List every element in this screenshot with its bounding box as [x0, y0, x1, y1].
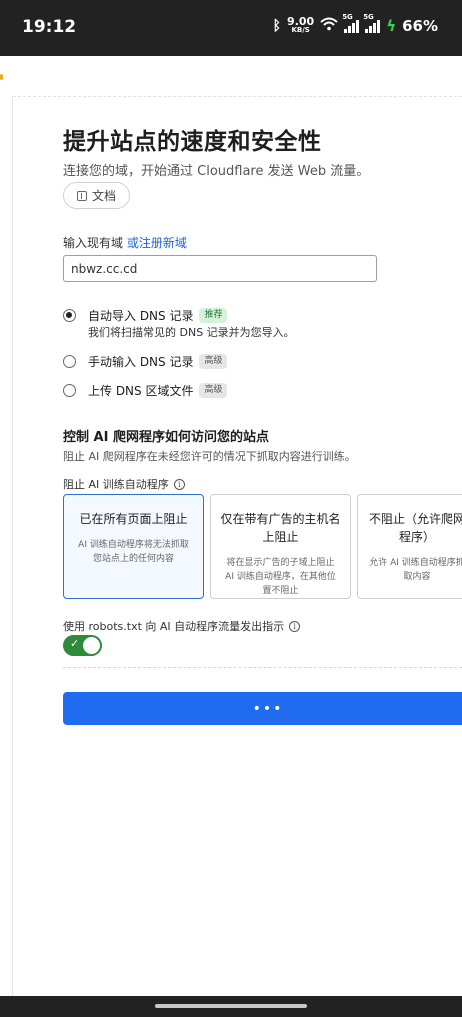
advanced-badge: 高级 — [199, 354, 228, 369]
block-option-none[interactable]: 不阻止（允许爬网程序） 允许 AI 训练自动程序抓取内容 — [357, 494, 462, 599]
header-divider — [13, 96, 462, 97]
battery-level: 66% — [402, 17, 438, 35]
signal-icon: 5G — [342, 13, 360, 33]
status-icons: ᛒ 9.00 KB/S 5G 5G ϟ 66% — [272, 13, 438, 35]
card-desc: AI 训练自动程序将无法抓取您站点上的任何内容 — [78, 540, 189, 564]
info-icon[interactable]: i — [173, 478, 185, 490]
domain-label: 输入现有域 或注册新域 — [63, 236, 187, 250]
check-icon: ✓ — [70, 637, 80, 650]
bluetooth-icon: ᛒ — [272, 18, 282, 34]
docs-button-label: 文档 — [91, 189, 116, 203]
recommended-badge: 推荐 — [199, 308, 228, 323]
ai-section-desc: 阻止 AI 爬网程序在未经您许可的情况下抓取内容进行训练。 — [63, 450, 356, 463]
domain-input[interactable] — [63, 255, 377, 282]
signal-icon: 5G — [363, 13, 381, 33]
card-desc: 允许 AI 训练自动程序抓取内容 — [369, 558, 462, 582]
dns-option-auto-desc: 我们将扫描常见的 DNS 记录并为您导入。 — [88, 326, 295, 339]
radio-auto[interactable] — [63, 309, 76, 322]
radio-manual[interactable] — [63, 355, 76, 368]
card-title: 不阻止（允许爬网程序） — [368, 512, 462, 544]
register-domain-link[interactable]: 或注册新域 — [127, 236, 187, 250]
docs-button[interactable]: 文档 — [63, 182, 130, 209]
dns-option-upload-label: 上传 DNS 区域文件 — [88, 384, 194, 398]
sidebar-indicator — [0, 74, 3, 80]
book-icon — [76, 190, 87, 201]
page-title: 提升站点的速度和安全性 — [63, 129, 322, 155]
card-title: 仅在带有广告的主机名上阻止 — [220, 512, 341, 544]
card-desc: 将在显示广告的子域上阻止 AI 训练自动程序，在其他位置不阻止 — [225, 558, 336, 596]
dns-option-auto-label: 自动导入 DNS 记录 — [88, 309, 194, 323]
dns-option-upload[interactable]: 上传 DNS 区域文件 高级 — [63, 382, 228, 399]
continue-button[interactable]: ••• — [63, 692, 462, 725]
charging-icon: ϟ — [386, 17, 397, 35]
home-gesture-handle[interactable] — [155, 1004, 307, 1008]
radio-upload[interactable] — [63, 384, 76, 397]
sidebar-divider — [12, 96, 13, 996]
block-option-all-pages[interactable]: 已在所有页面上阻止 AI 训练自动程序将无法抓取您站点上的任何内容 — [63, 494, 204, 599]
network-speed: 9.00 KB/S — [287, 15, 315, 34]
section-divider — [63, 667, 462, 668]
dns-option-manual-label: 手动输入 DNS 记录 — [88, 355, 194, 369]
robots-toggle[interactable]: ✓ — [63, 635, 102, 656]
block-option-ad-hosts[interactable]: 仅在带有广告的主机名上阻止 将在显示广告的子域上阻止 AI 训练自动程序，在其他… — [210, 494, 351, 599]
block-ai-label: 阻止 AI 训练自动程序 i — [63, 476, 185, 492]
advanced-badge: 高级 — [199, 383, 228, 398]
navigation-bar — [0, 996, 462, 1017]
toggle-knob — [83, 637, 100, 654]
dns-option-auto[interactable]: 自动导入 DNS 记录 推荐 — [63, 307, 228, 324]
status-time: 19:12 — [22, 17, 77, 37]
page-subtitle: 连接您的域，开始通过 Cloudflare 发送 Web 流量。 — [63, 164, 370, 179]
info-icon[interactable]: i — [289, 620, 301, 632]
robots-label: 使用 robots.txt 向 AI 自动程序流量发出指示 i — [63, 618, 301, 634]
dns-option-manual[interactable]: 手动输入 DNS 记录 高级 — [63, 353, 228, 370]
card-title: 已在所有页面上阻止 — [79, 512, 188, 526]
wifi-icon — [320, 17, 338, 35]
ai-section-title: 控制 AI 爬网程序如何访问您的站点 — [63, 430, 269, 445]
status-bar: 19:12 ᛒ 9.00 KB/S 5G 5G ϟ 66% — [0, 0, 462, 56]
